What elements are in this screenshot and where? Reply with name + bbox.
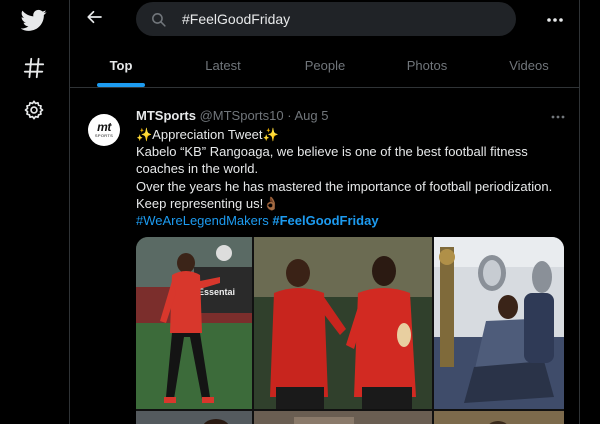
back-button[interactable] — [80, 4, 110, 34]
photo-sign-text: Essentai — [198, 287, 235, 297]
tweet-text-line: Over the years he has mastered the impor… — [136, 178, 553, 194]
search-header: #FeelGoodFriday — [70, 0, 579, 44]
tweet-text-line: Keep representing us!👌🏾 — [136, 195, 280, 211]
tab-label: Videos — [509, 58, 549, 73]
avatar[interactable]: mt SPORTS — [88, 114, 120, 146]
right-gutter — [580, 0, 600, 424]
left-nav-rail — [0, 0, 70, 424]
tab-label: Photos — [406, 58, 448, 73]
tweet-photo-extra-1[interactable] — [136, 411, 252, 424]
tweet-text-line: Kabelo “KB” Rangoaga, we believe is one … — [136, 144, 528, 160]
tab-photos[interactable]: Photos — [376, 44, 478, 87]
header-separator: · — [287, 108, 292, 123]
active-tab-indicator — [97, 83, 145, 87]
tweet-body: MTSports @MTSports10 · Aug 5 ✨Appreciati… — [136, 108, 566, 229]
author-name[interactable]: MTSports — [136, 108, 196, 123]
avatar-logo-mark: mt — [97, 120, 111, 134]
hashtag-link[interactable]: #WeAreLegendMakers — [136, 213, 269, 228]
twitter-home-button[interactable] — [16, 2, 52, 38]
search-query[interactable]: #FeelGoodFriday — [182, 11, 290, 27]
more-options-button[interactable] — [540, 4, 570, 34]
tweet-photo-plane-trophy[interactable] — [434, 237, 564, 409]
twitter-bird-icon — [21, 7, 47, 33]
search-input[interactable]: #FeelGoodFriday — [136, 2, 516, 36]
search-results-column: #FeelGoodFriday Top Latest People Photos… — [70, 0, 580, 424]
hashtag-icon — [23, 57, 45, 79]
tab-label: Latest — [205, 58, 241, 73]
gear-icon — [23, 99, 45, 121]
search-tabs: Top Latest People Photos Videos — [70, 44, 579, 88]
tweet-media-grid: Essentai — [136, 237, 564, 424]
author-handle[interactable]: @MTSports10 — [200, 108, 284, 123]
tab-videos[interactable]: Videos — [478, 44, 579, 87]
tweet-photo-extra-2[interactable] — [254, 411, 432, 424]
tweet-text: ✨Appreciation Tweet✨ Kabelo “KB” Rangoag… — [136, 126, 566, 229]
tab-label: People — [304, 58, 346, 73]
tweet-card[interactable]: mt SPORTS MTSports @MTSports10 · Aug 5 ✨… — [70, 94, 579, 424]
tab-latest[interactable]: Latest — [172, 44, 274, 87]
search-icon — [150, 10, 168, 28]
avatar-logo-sub: SPORTS — [94, 133, 114, 138]
tweet-photo-coach-training[interactable]: Essentai — [136, 237, 252, 409]
hashtag-link[interactable]: #FeelGoodFriday — [272, 213, 378, 228]
explore-button[interactable] — [16, 50, 52, 86]
tweet-text-line: ✨Appreciation Tweet✨ — [136, 127, 279, 142]
arrow-left-icon — [86, 8, 104, 31]
tab-label: Top — [109, 58, 133, 73]
tweet-header: MTSports @MTSports10 · Aug 5 — [136, 108, 566, 124]
tab-people[interactable]: People — [274, 44, 376, 87]
tweet-date[interactable]: Aug 5 — [294, 108, 328, 123]
tab-top[interactable]: Top — [70, 44, 172, 87]
tweet-photo-staff-duo[interactable] — [254, 237, 432, 409]
settings-button[interactable] — [16, 92, 52, 128]
tweet-photo-extra-3[interactable] — [434, 411, 564, 424]
tweet-text-line: coaches in the world. — [136, 161, 259, 177]
more-horizontal-icon — [546, 10, 564, 28]
tweet-hashtags: #WeAreLegendMakers #FeelGoodFriday — [136, 212, 566, 229]
